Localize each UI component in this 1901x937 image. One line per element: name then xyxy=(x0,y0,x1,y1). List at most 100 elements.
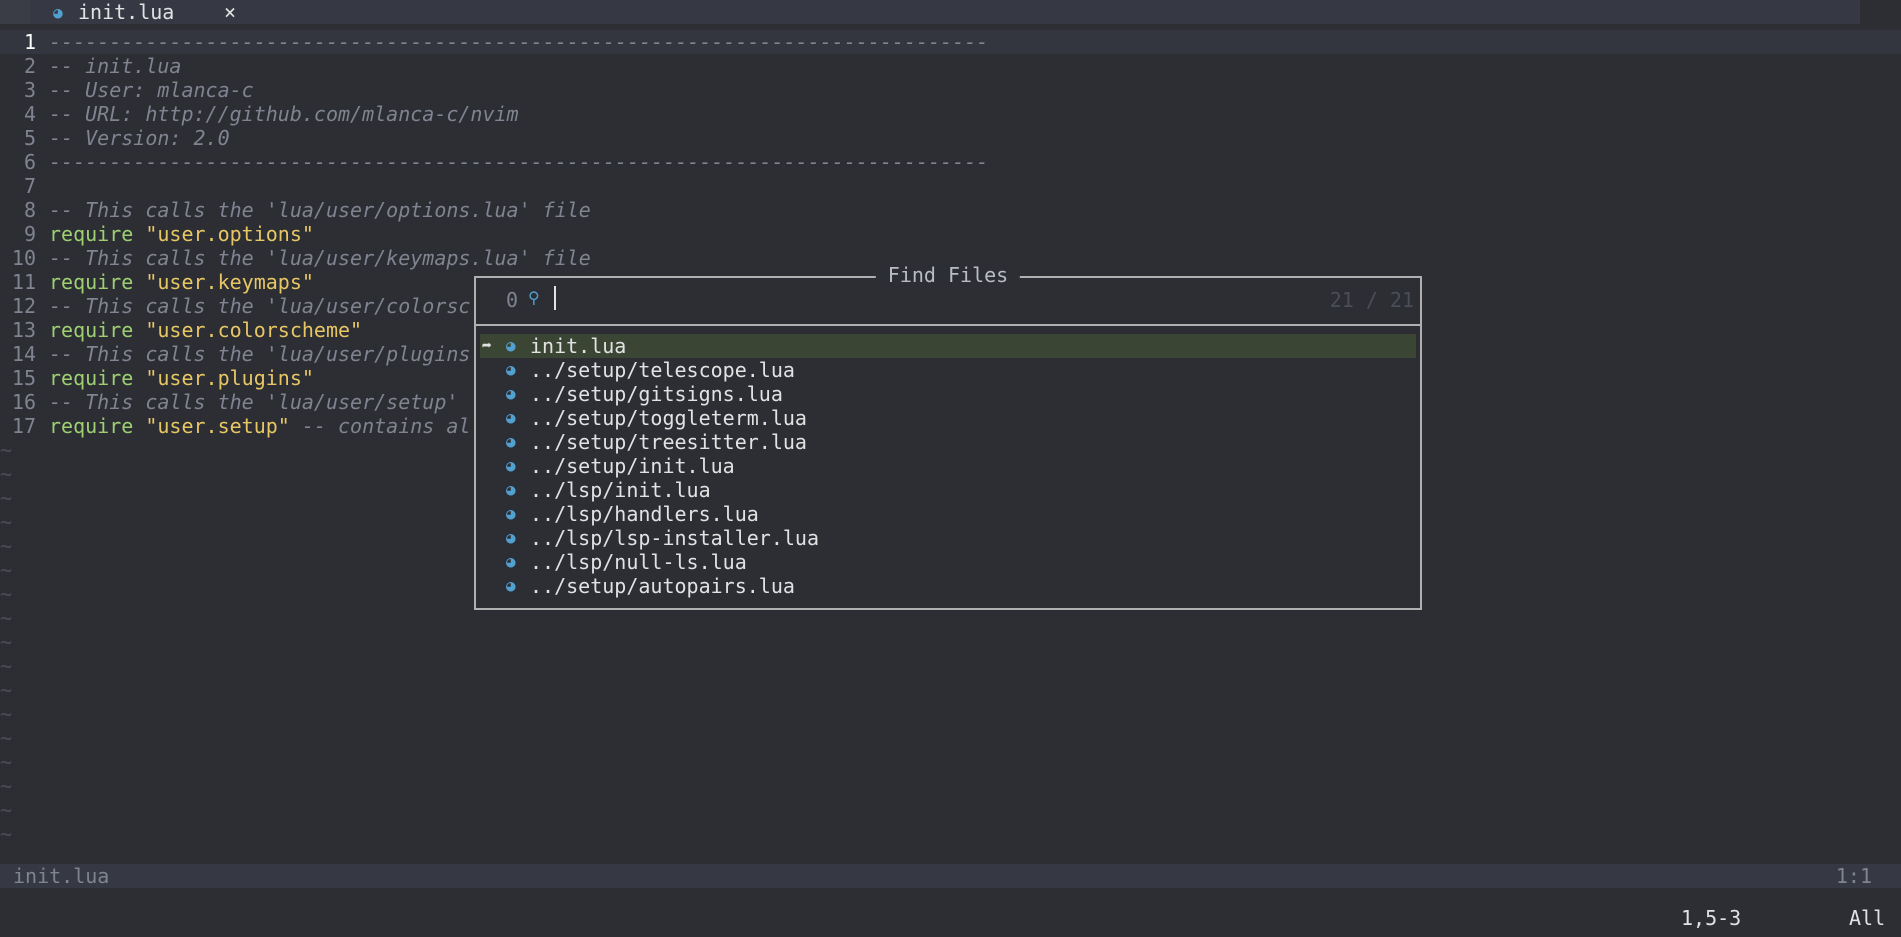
lua-file-icon: ◕ xyxy=(506,384,516,403)
line-text: -- This calls the 'lua/user/plugins xyxy=(49,342,471,366)
tab-init-lua[interactable]: ◕ init.lua × xyxy=(30,0,1860,24)
status-filename: init.lua xyxy=(13,864,110,888)
result-item[interactable]: ◕ ../lsp/lsp-installer.lua xyxy=(480,526,1416,550)
telescope-icon: ⚲ xyxy=(528,288,540,307)
code-line[interactable]: 4 -- URL: http://github.com/mlanca-c/nvim xyxy=(0,102,1901,126)
line-number: 1 xyxy=(23,30,36,54)
lua-file-icon: ◕ xyxy=(506,336,516,355)
code-line[interactable]: 6 ---------------------------------------… xyxy=(0,150,1901,174)
line-number: 10 xyxy=(11,246,36,270)
empty-line-marker: ~ xyxy=(0,678,13,702)
line-text: -- Version: 2.0 xyxy=(49,126,230,150)
result-item[interactable]: ◕ ../setup/autopairs.lua xyxy=(480,574,1416,598)
match-count: 21 / 21 xyxy=(1329,288,1414,312)
tabline-fill xyxy=(1860,0,1901,24)
empty-line-marker: ~ xyxy=(0,462,13,486)
line-number: 15 xyxy=(11,366,36,390)
statusline: init.lua 1:1 xyxy=(0,864,1901,888)
code-line[interactable]: 5 -- Version: 2.0 xyxy=(0,126,1901,150)
finder-title: Find Files xyxy=(875,262,1021,288)
empty-line-marker: ~ xyxy=(0,630,13,654)
empty-line-marker: ~ xyxy=(0,654,13,678)
result-filename: ../setup/gitsigns.lua xyxy=(530,382,783,406)
result-filename: ../lsp/init.lua xyxy=(530,478,711,502)
line-text: -- This calls the 'lua/user/setup' xyxy=(49,390,459,414)
empty-line-marker: ~ xyxy=(0,822,13,846)
line-number: 3 xyxy=(23,78,36,102)
line-text: require "user.colorscheme" xyxy=(49,318,363,342)
tab-label: init.lua xyxy=(78,0,175,24)
empty-line-marker: ~ xyxy=(0,534,13,558)
empty-line-marker: ~ xyxy=(0,726,13,750)
line-number: 11 xyxy=(11,270,36,294)
empty-line-marker: ~ xyxy=(0,702,13,726)
result-filename: init.lua xyxy=(530,334,627,358)
result-filename: ../lsp/null-ls.lua xyxy=(530,550,747,574)
line-number: 14 xyxy=(11,342,36,366)
line-text: ----------------------------------------… xyxy=(49,30,989,54)
prompt-input[interactable] xyxy=(554,286,556,310)
code-line[interactable]: 2 -- init.lua xyxy=(0,54,1901,78)
code-line[interactable]: 9 require "user.options" xyxy=(0,222,1901,246)
result-item[interactable]: ◕ ../setup/gitsigns.lua xyxy=(480,382,1416,406)
result-item[interactable]: ◕ ../setup/toggleterm.lua xyxy=(480,406,1416,430)
line-number: 2 xyxy=(23,54,36,78)
line-number: 7 xyxy=(23,174,36,198)
lua-file-icon: ◕ xyxy=(506,576,516,595)
line-number: 6 xyxy=(23,150,36,174)
result-item[interactable]: ◕ ../lsp/null-ls.lua xyxy=(480,550,1416,574)
results-list: ➦ ◕ init.lua ◕ ../setup/telescope.lua ◕ ../set… xyxy=(474,324,1422,610)
lua-file-icon: ◕ xyxy=(506,456,516,475)
result-filename: ../setup/toggleterm.lua xyxy=(530,406,807,430)
close-icon[interactable]: × xyxy=(224,0,236,24)
result-item[interactable]: ◕ ../lsp/init.lua xyxy=(480,478,1416,502)
line-text: -- This calls the 'lua/user/colorsc xyxy=(49,294,471,318)
lua-file-icon: ◕ xyxy=(506,480,516,499)
empty-line-marker: ~ xyxy=(0,486,13,510)
line-number: 12 xyxy=(11,294,36,318)
result-filename: ../lsp/lsp-installer.lua xyxy=(530,526,819,550)
command-line[interactable]: 1,5-3 All xyxy=(0,900,1901,937)
ruler-scroll: All xyxy=(1849,906,1886,930)
line-text: -- This calls the 'lua/user/keymaps.lua'… xyxy=(49,246,591,270)
empty-line-marker: ~ xyxy=(0,774,13,798)
line-text: -- URL: http://github.com/mlanca-c/nvim xyxy=(49,102,519,126)
tabline: ◕ init.lua × xyxy=(0,0,1901,24)
lua-file-icon: ◕ xyxy=(506,432,516,451)
line-text: require "user.setup" -- contains al xyxy=(49,414,471,438)
lua-file-icon: ◕ xyxy=(506,552,516,571)
line-text: require "user.options" xyxy=(49,222,314,246)
line-number: 17 xyxy=(11,414,36,438)
result-item[interactable]: ➦ ◕ init.lua xyxy=(480,334,1416,358)
line-number: 4 xyxy=(23,102,36,126)
telescope-find-files: Find Files 0 ⚲ 21 / 21 ➦ ◕ init.lua ◕ ../set… xyxy=(474,262,1422,612)
line-text: -- init.lua xyxy=(49,54,182,78)
ruler-position: 1,5-3 xyxy=(1681,906,1742,930)
prompt-box: Find Files 0 ⚲ 21 / 21 xyxy=(474,262,1422,326)
lua-file-icon: ◕ xyxy=(53,2,63,22)
empty-line-marker: ~ xyxy=(0,606,13,630)
line-number: 8 xyxy=(23,198,36,222)
lua-file-icon: ◕ xyxy=(506,528,516,547)
result-filename: ../setup/init.lua xyxy=(530,454,735,478)
result-item[interactable]: ◕ ../lsp/handlers.lua xyxy=(480,502,1416,526)
status-position: 1:1 xyxy=(1835,864,1872,888)
code-line[interactable]: 3 -- User: mlanca-c xyxy=(0,78,1901,102)
empty-line-marker: ~ xyxy=(0,582,13,606)
lua-file-icon: ◕ xyxy=(506,360,516,379)
result-filename: ../lsp/handlers.lua xyxy=(530,502,759,526)
empty-line-marker: ~ xyxy=(0,510,13,534)
line-number: 5 xyxy=(23,126,36,150)
result-item[interactable]: ◕ ../setup/telescope.lua xyxy=(480,358,1416,382)
result-filename: ../setup/autopairs.lua xyxy=(530,574,795,598)
code-line[interactable]: 7 xyxy=(0,174,1901,198)
code-line[interactable]: 8 -- This calls the 'lua/user/options.lua… xyxy=(0,198,1901,222)
line-text: -- User: mlanca-c xyxy=(49,78,254,102)
result-item[interactable]: ◕ ../setup/init.lua xyxy=(480,454,1416,478)
result-item[interactable]: ◕ ../setup/treesitter.lua xyxy=(480,430,1416,454)
code-line[interactable]: 1 ---------------------------------------… xyxy=(0,30,1901,54)
line-text: ----------------------------------------… xyxy=(49,150,989,174)
lua-file-icon: ◕ xyxy=(506,408,516,427)
line-number: 13 xyxy=(11,318,36,342)
selection-caret-icon: ➦ xyxy=(482,336,492,355)
